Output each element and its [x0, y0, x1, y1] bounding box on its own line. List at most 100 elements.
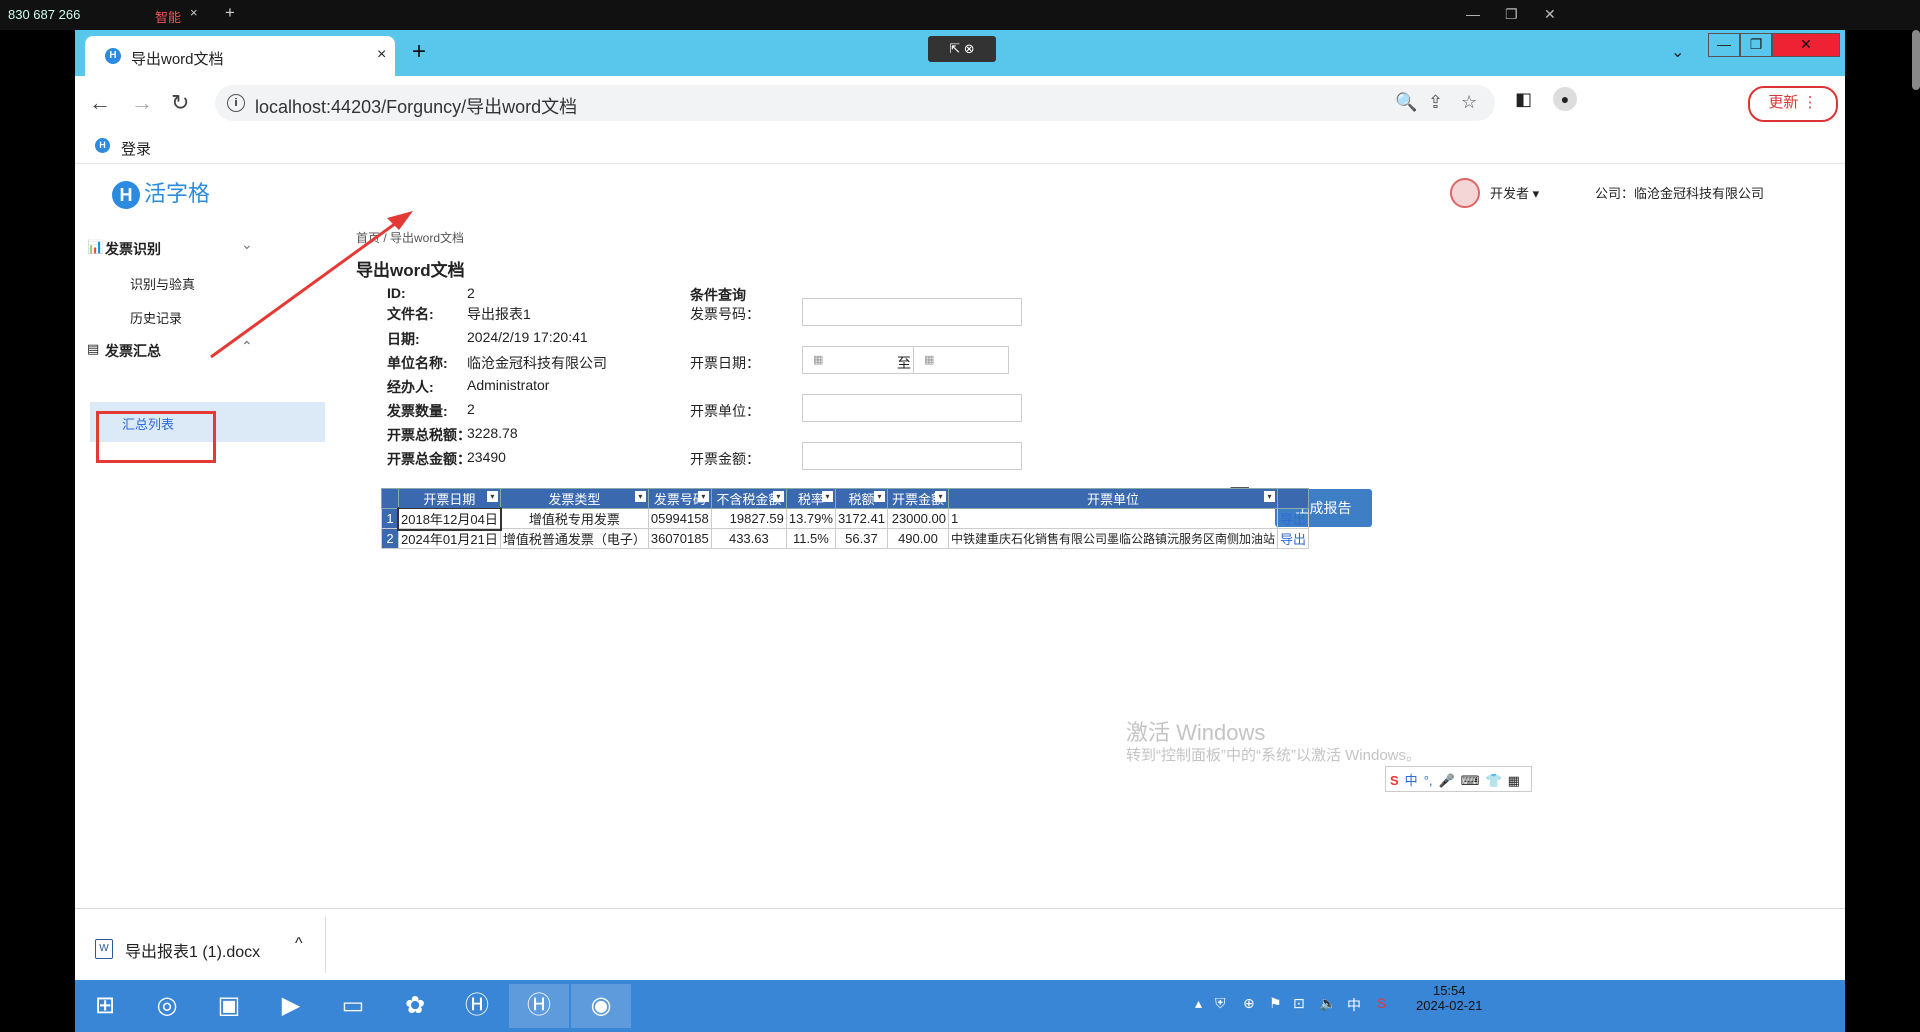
start-icon[interactable]: ⊞ [75, 984, 135, 1028]
user-avatar[interactable] [1450, 178, 1480, 208]
column-header[interactable]: 税额 ▾ [834, 488, 888, 509]
column-header [1276, 488, 1309, 509]
clock[interactable]: 15:54 2024-02-21 [1416, 983, 1483, 1013]
forguncy-designer-icon[interactable]: Ⓗ [509, 984, 569, 1028]
to-label: 至 [897, 355, 911, 371]
clock-date: 2024-02-21 [1416, 998, 1483, 1013]
dropdown-icon: ▾ [697, 491, 709, 502]
forward-icon[interactable]: → [131, 90, 153, 116]
table-cell[interactable]: 增值税专用发票 [499, 508, 649, 529]
file-explorer-icon[interactable]: ▭ [323, 984, 383, 1028]
activation-watermark-text: 转到“控制面板”中的“系统”以激活 Windows。 [1126, 747, 1421, 764]
new-tab-icon[interactable]: + [412, 38, 426, 66]
outer-restore-icon[interactable]: ❐ [1505, 6, 1518, 23]
table-cell[interactable]: 增值税普通发票（电子） [499, 528, 649, 549]
table-row[interactable]: 2 2024年01月21日 增值税普通发票（电子） 36070185 433.6… [381, 528, 1309, 549]
table-cell[interactable]: 23000.00 [886, 508, 949, 529]
back-icon[interactable]: ← [89, 90, 111, 116]
row-number: 1 [381, 508, 399, 529]
column-header[interactable]: 开票金额 ▾ [886, 488, 949, 509]
corner-cell[interactable] [381, 488, 399, 509]
volume-icon[interactable]: 🔈 [1319, 995, 1336, 1012]
url-text[interactable]: localhost:44203/Forguncy/导出word文档 [255, 93, 577, 119]
ime-toolbar[interactable]: S 中 °, 🎤 ⌨ 👕 ▦ [1385, 766, 1532, 792]
sogou-tray-icon[interactable]: S [1377, 995, 1386, 1011]
maximize-button[interactable]: ❐ [1740, 33, 1772, 57]
update-tray-icon[interactable]: ⊕ [1243, 995, 1255, 1012]
tab-search-chevron-icon[interactable]: ⌄ [1671, 42, 1684, 62]
table-cell[interactable]: 56.37 [834, 528, 888, 549]
side-panel-icon[interactable]: ◧ [1515, 89, 1532, 110]
date-to-input[interactable]: ▦ [913, 346, 1009, 374]
outer-new-tab-icon[interactable]: + [225, 3, 235, 23]
close-window-button[interactable]: ✕ [1772, 33, 1840, 57]
bookmark-login[interactable]: 登录 [121, 138, 151, 159]
outer-tab-close-icon[interactable]: × [190, 5, 198, 20]
export-link[interactable]: 导出 [1276, 508, 1309, 529]
download-caret-icon[interactable]: ^ [295, 935, 303, 953]
reload-icon[interactable]: ↻ [171, 90, 189, 116]
minimize-button[interactable]: — [1708, 33, 1740, 57]
outer-close-icon[interactable]: ✕ [1544, 6, 1556, 23]
clock-time: 15:54 [1432, 983, 1466, 998]
forguncy-icon[interactable]: Ⓗ [447, 984, 507, 1028]
flag-icon[interactable]: ⚑ [1269, 995, 1282, 1012]
table-cell[interactable]: 490.00 [886, 528, 949, 549]
bookmarks-bar: H 登录 [75, 130, 1845, 162]
export-link[interactable]: 导出 [1276, 528, 1309, 549]
bookmark-star-icon[interactable]: ☆ [1461, 92, 1477, 113]
outer-scrollbar[interactable] [1912, 30, 1920, 90]
update-button[interactable]: 更新 ⋮ [1748, 86, 1838, 122]
profile-icon[interactable]: ● [1553, 87, 1577, 111]
outer-minimize-icon[interactable]: — [1466, 6, 1480, 22]
page-content: H 活字格 开发者 ▾ 公司：临沧金冠科技有限公司 📊 发票识别 ⌄ 识别与验真 … [75, 163, 1845, 909]
table-cell[interactable]: 11.5% [785, 528, 836, 549]
company-name: 公司：临沧金冠科技有限公司 [1595, 186, 1765, 201]
table-cell[interactable]: 3172.41 [834, 508, 888, 529]
outer-status-bar: 830 687 266 智能 × + — ❐ ✕ [0, 0, 1920, 30]
table-cell[interactable]: 2018年12月04日 [396, 506, 503, 531]
system-app-icon[interactable]: ▣ [199, 984, 259, 1028]
taskbar: ⊞ ◎ ▣ ▶ ▭ ✿ Ⓗ Ⓗ ◉ ▴ ⛨ ⊕ ⚑ ⊡ 🔈 中 S 15:54 … [75, 980, 1845, 1032]
bookmark-favicon-icon: H [95, 138, 110, 153]
input-language[interactable]: 中 [1347, 995, 1361, 1015]
divider [325, 917, 326, 973]
cloud-app-icon[interactable]: ✿ [385, 984, 445, 1028]
column-header[interactable]: 开票日期 ▾ [398, 488, 501, 509]
microphone-icon: 🎤 [1438, 773, 1455, 788]
sogou-icon: S [1390, 773, 1399, 788]
capture-tool-icon[interactable]: ⇱ ⊗ [928, 36, 996, 62]
address-bar[interactable]: i localhost:44203/Forguncy/导出word文档 🔍 ⇪ … [215, 85, 1495, 121]
column-header[interactable]: 发票号码 ▾ [647, 488, 712, 509]
browser-tab[interactable]: H 导出word文档 × [85, 36, 395, 76]
row-number: 2 [381, 528, 399, 549]
security-icon[interactable]: ⛨ [1215, 995, 1226, 1012]
table-row[interactable]: 1 2018年12月04日 增值税专用发票 05994158 19827.59 … [381, 506, 1309, 531]
chrome-icon[interactable]: ◉ [571, 984, 631, 1028]
table-cell[interactable]: 433.63 [710, 528, 787, 549]
table-cell[interactable]: 2024年01月21日 [398, 528, 501, 549]
network-icon[interactable]: ⊡ [1293, 995, 1305, 1012]
table-cell[interactable]: 19827.59 [710, 508, 787, 529]
download-filename[interactable]: 导出报表1 (1).docx [125, 938, 260, 962]
outer-tab-label[interactable]: 智能 [155, 7, 181, 26]
powershell-icon[interactable]: ▶ [261, 984, 321, 1028]
tray-expand-icon[interactable]: ▴ [1195, 995, 1202, 1012]
zoom-icon[interactable]: 🔍 [1395, 92, 1417, 113]
table-cell[interactable]: 36070185 [647, 528, 712, 549]
user-menu[interactable]: 开发者 ▾ [1490, 183, 1539, 202]
column-header[interactable]: 不含税金额 ▾ [710, 488, 787, 509]
column-header[interactable]: 税率 ▾ [785, 488, 836, 509]
table-cell[interactable]: 05994158 [647, 508, 712, 529]
share-icon[interactable]: ⇪ [1428, 92, 1443, 113]
column-header[interactable]: 开票单位 ▾ [947, 488, 1278, 509]
site-info-icon[interactable]: i [227, 94, 245, 112]
dropdown-icon: ▾ [634, 491, 646, 502]
table-cell[interactable]: 13.79% [785, 508, 836, 529]
table-cell[interactable]: 中铁建重庆石化销售有限公司墨临公路镇沅服务区南侧加油站 [947, 528, 1278, 549]
tab-close-icon[interactable]: × [377, 46, 386, 64]
column-header[interactable]: 发票类型 ▾ [499, 488, 649, 509]
browser-app-icon[interactable]: ◎ [137, 984, 197, 1028]
table-cell[interactable]: 1 [947, 508, 1278, 529]
dropdown-icon: ▾ [934, 491, 946, 502]
